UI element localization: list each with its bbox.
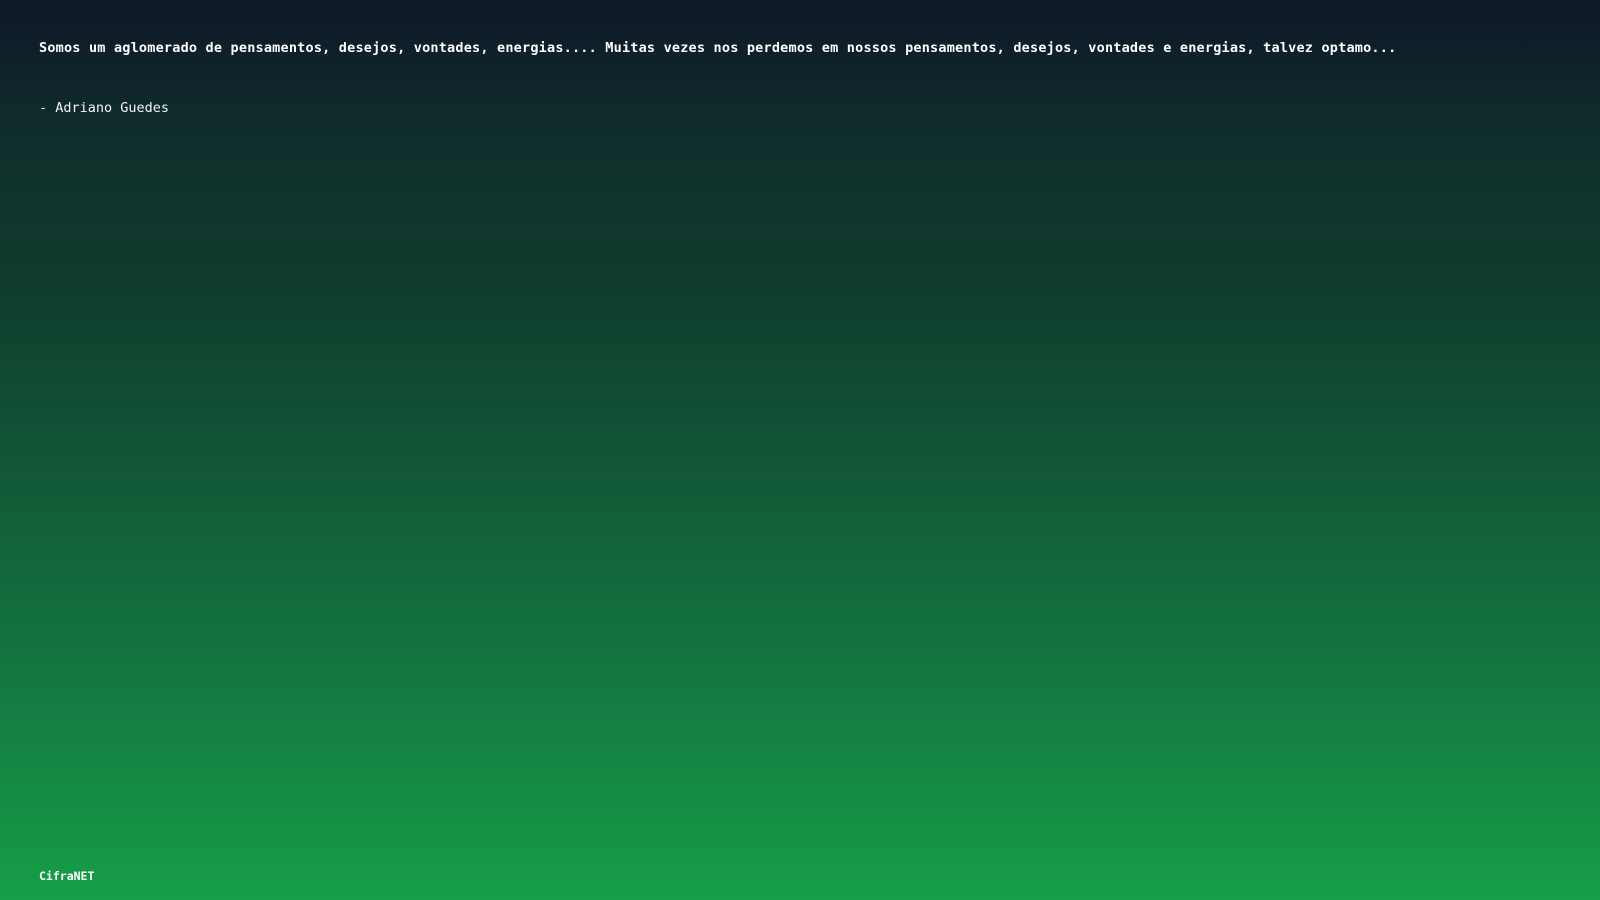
brand-label: CifraNET — [39, 869, 95, 883]
quote-card: Somos um aglomerado de pensamentos, dese… — [0, 0, 1600, 900]
quote-text: Somos um aglomerado de pensamentos, dese… — [39, 40, 1397, 56]
quote-author: - Adriano Guedes — [39, 100, 170, 116]
